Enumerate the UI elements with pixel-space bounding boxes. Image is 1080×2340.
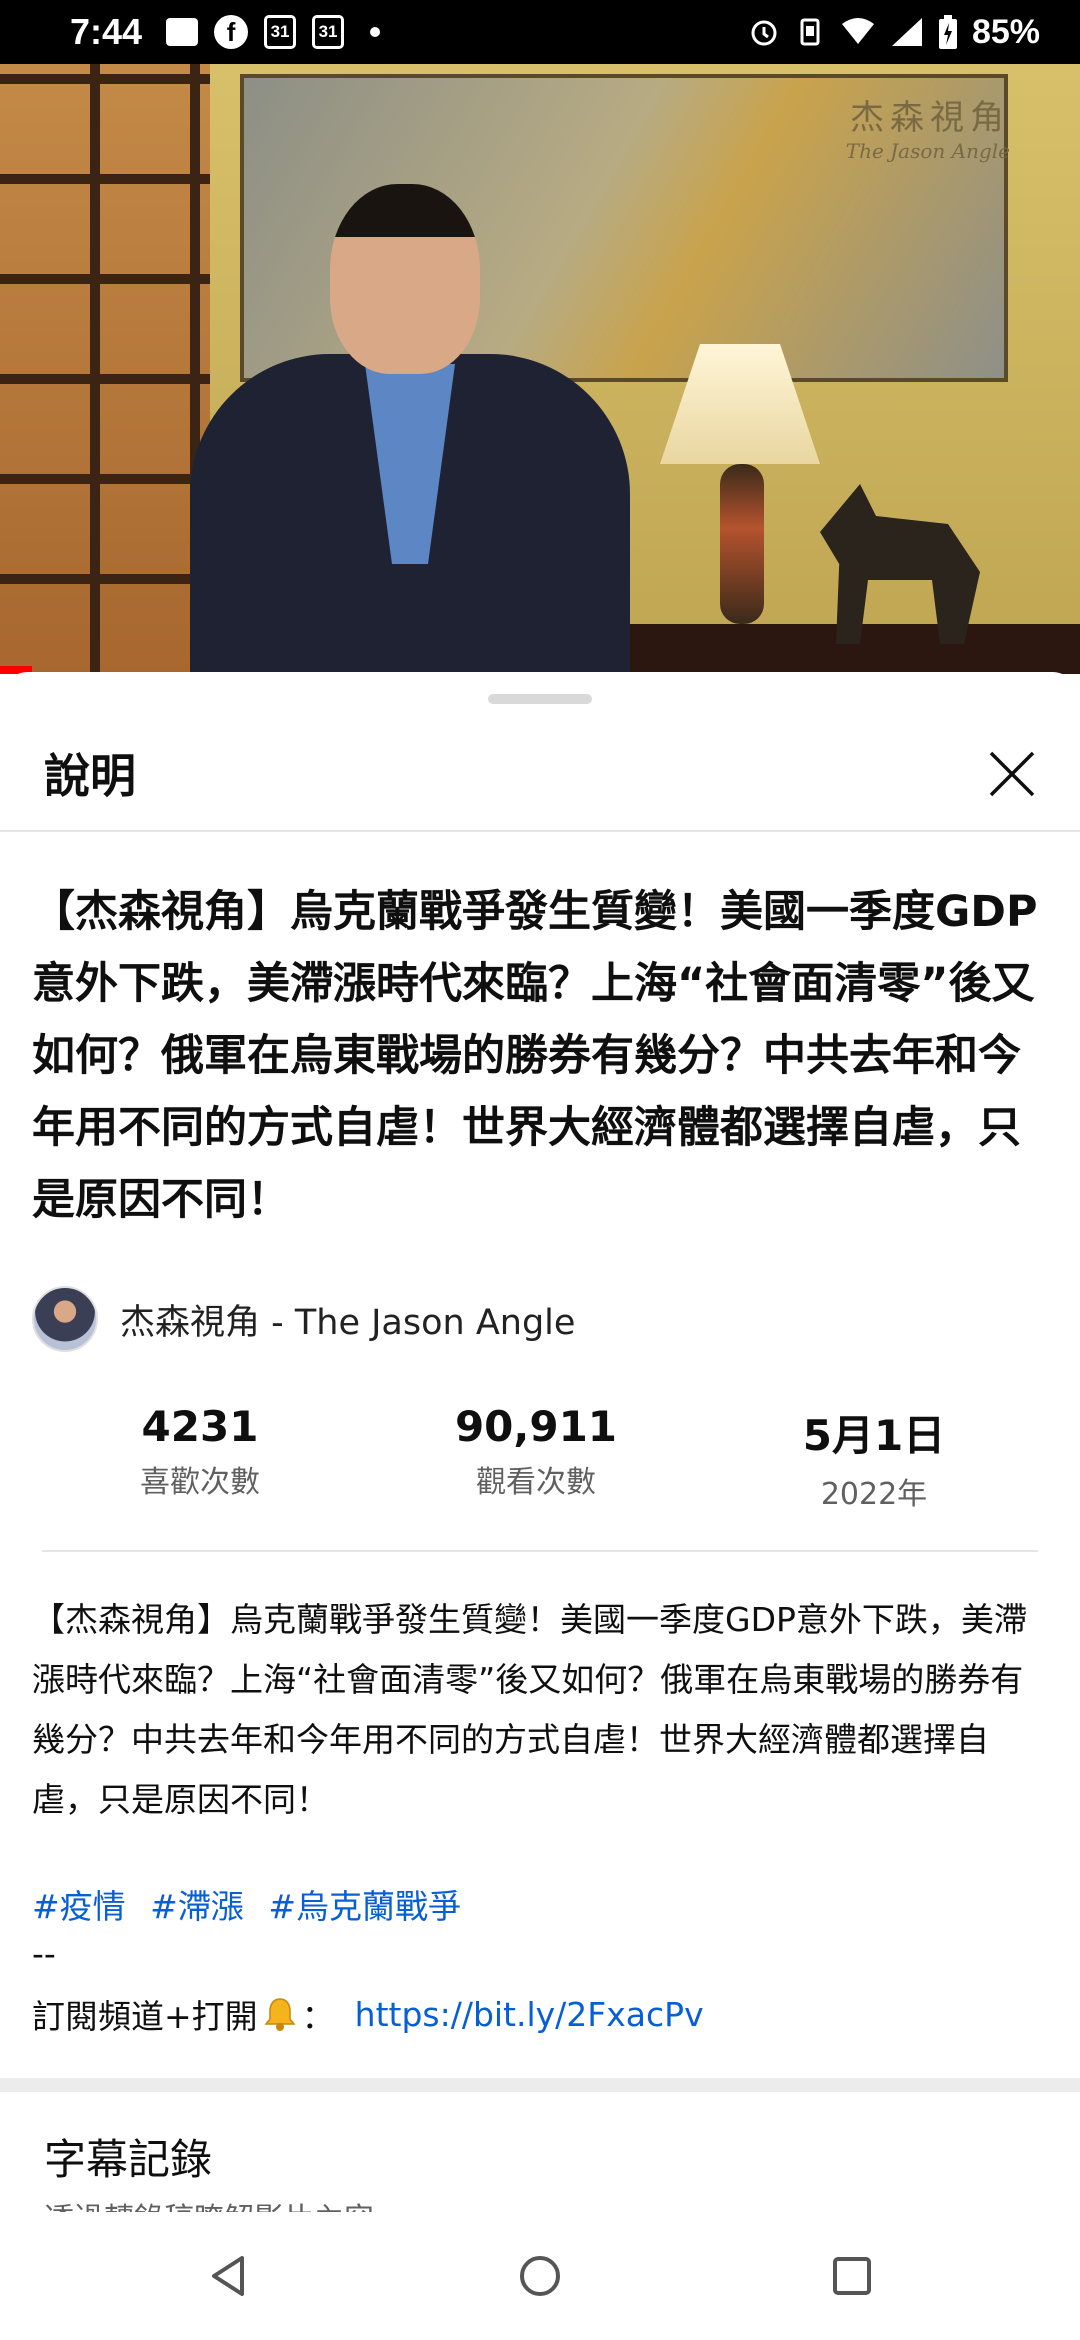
wifi-icon <box>841 18 874 44</box>
home-button[interactable] <box>508 2244 572 2308</box>
vibrate-icon <box>800 18 820 46</box>
publish-year: 2022年 <box>820 1477 928 1512</box>
battery-percent: 85% <box>971 12 1040 51</box>
video-lamp-base <box>720 464 764 624</box>
battery-icon <box>938 15 957 49</box>
video-desk <box>560 624 1080 674</box>
watermark-cn: 杰森視角 <box>850 98 1010 138</box>
date-stat: 5月1日 2022年 <box>724 1402 1024 1513</box>
subscribe-line: 訂閱頻道+打開 ： https://bit.ly/2FxacPv <box>32 1990 704 2038</box>
system-nav-bar <box>0 2212 1080 2340</box>
signal-icon <box>891 18 922 46</box>
hashtag-link[interactable]: #疫情 <box>32 1887 126 1926</box>
channel-row[interactable]: 杰森視角 - The Jason Angle <box>32 1286 575 1352</box>
video-stats: 4231 喜歡次數 90,911 觀看次數 5月1日 2022年 <box>0 1402 1080 1512</box>
subscribe-link[interactable]: https://bit.ly/2FxacPv <box>355 1995 704 2034</box>
views-label: 觀看次數 <box>476 1465 596 1500</box>
video-shoji-panel <box>0 64 210 674</box>
channel-name[interactable]: 杰森視角 - The Jason Angle <box>120 1294 575 1345</box>
subscribe-text: 訂閱頻道+打開 <box>32 1997 258 2036</box>
hashtag-link[interactable]: #滯漲 <box>150 1887 244 1926</box>
hashtags: #疫情 #滯漲 #烏克蘭戰爭 <box>32 1880 475 1928</box>
back-icon <box>212 2256 244 2296</box>
clock: 7:44 <box>70 11 143 52</box>
description-sheet: 說明 【杰森視角】烏克蘭戰爭發生質變！美國一季度GDP意外下跌，美滯漲時代來臨？… <box>0 672 1080 2212</box>
section-separator <box>0 2078 1080 2092</box>
hashtag-link[interactable]: #烏克蘭戰爭 <box>268 1887 461 1926</box>
close-icon <box>989 751 1035 797</box>
transcript-subtitle: 透過轉錄稿瞭解影片內容。 <box>44 2194 404 2212</box>
description-text: 【杰森視角】烏克蘭戰爭發生質變！美國一季度GDP意外下跌，美滯漲時代來臨？上海“… <box>32 1600 1027 1819</box>
facebook-icon: f <box>214 15 249 49</box>
video-presenter <box>190 184 630 674</box>
sheet-header: 說明 <box>0 722 1080 830</box>
home-icon <box>520 2256 560 2296</box>
calendar-icon-2: 31 <box>312 15 345 49</box>
stats-divider <box>42 1550 1038 1552</box>
header-divider <box>0 830 1080 832</box>
notification-dot-icon <box>370 27 381 37</box>
publish-date: 5月1日 <box>802 1411 946 1460</box>
message-icon <box>166 18 199 46</box>
separator-dashes: -- <box>32 1934 56 1973</box>
calendar-icon: 31 <box>264 15 297 49</box>
sheet-title: 說明 <box>44 749 136 803</box>
transcript-title[interactable]: 字幕記錄 <box>44 2126 212 2187</box>
recents-button[interactable] <box>820 2244 884 2308</box>
drag-handle[interactable] <box>488 694 592 704</box>
likes-label: 喜歡次數 <box>140 1465 260 1500</box>
recents-icon <box>833 2257 871 2295</box>
status-bar: 7:44 f 31 31 85% <box>0 0 1080 64</box>
video-title: 【杰森視角】烏克蘭戰爭發生質變！美國一季度GDP意外下跌，美滯漲時代來臨？上海“… <box>32 887 1038 1225</box>
views-stat: 90,911 觀看次數 <box>386 1402 686 1501</box>
views-count: 90,911 <box>454 1402 618 1451</box>
likes-stat: 4231 喜歡次數 <box>50 1402 350 1501</box>
subscribe-colon: ： <box>301 1997 335 2036</box>
likes-count: 4231 <box>141 1402 259 1451</box>
video-watermark: 杰森視角 The Jason Angle <box>846 90 1010 163</box>
bell-icon <box>264 1998 296 2031</box>
watermark-en: The Jason Angle <box>845 139 1010 163</box>
video-player[interactable]: 杰森視角 The Jason Angle <box>0 64 1080 674</box>
avatar[interactable] <box>32 1286 98 1352</box>
back-button[interactable] <box>196 2244 260 2308</box>
alarm-icon <box>751 20 777 46</box>
close-button[interactable] <box>980 742 1044 806</box>
